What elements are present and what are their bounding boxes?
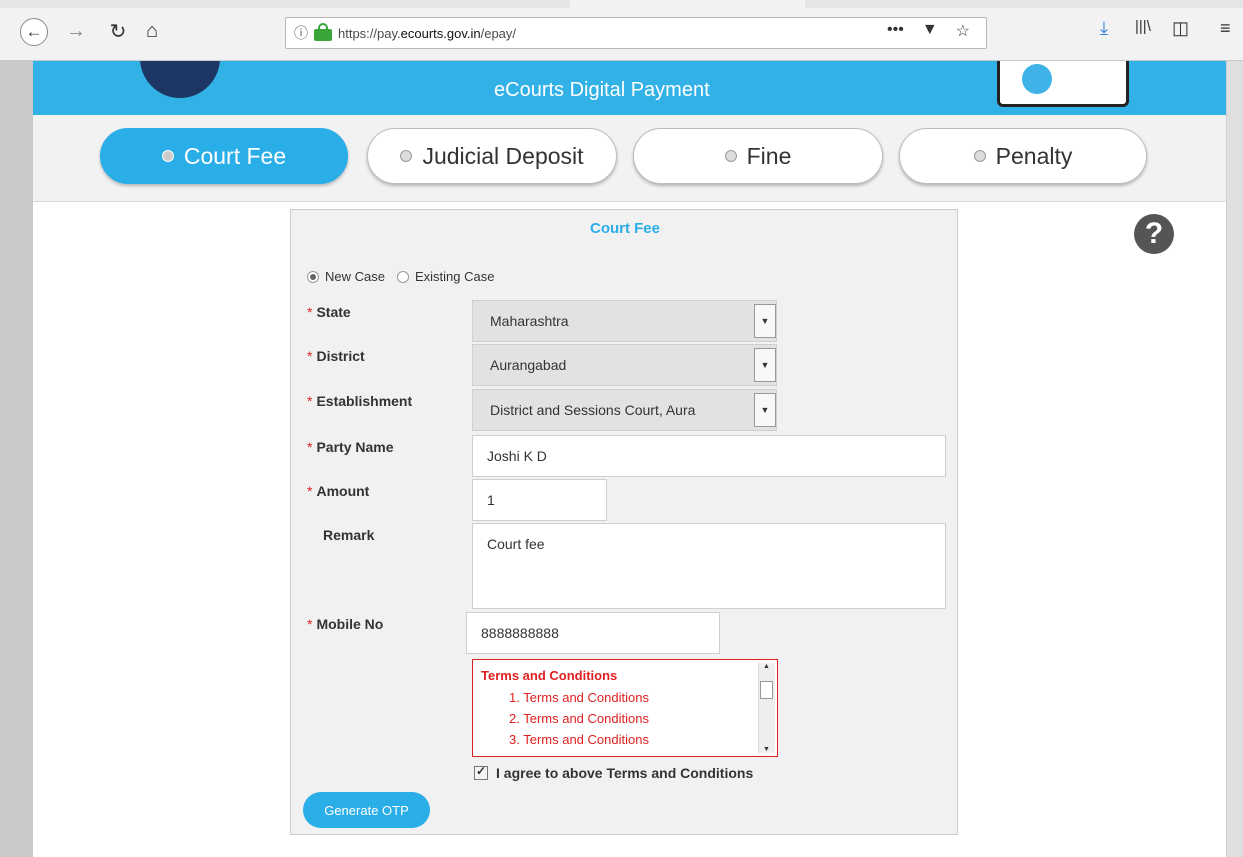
browser-toolbar: ← → ↻ ⌂ ⓘ https://pay. ecourts.gov.in/epa… bbox=[0, 0, 1243, 61]
new-case-radio[interactable] bbox=[307, 270, 319, 283]
tab-penalty[interactable]: Penalty bbox=[899, 128, 1147, 184]
terms-heading: Terms and Conditions bbox=[481, 668, 618, 683]
terms-item: 3. Terms and Conditions bbox=[509, 732, 649, 747]
pocket-icon[interactable]: ▼ bbox=[922, 21, 938, 41]
required-mark: * bbox=[307, 348, 313, 364]
existing-case-radio[interactable] bbox=[396, 270, 409, 283]
chevron-down-icon[interactable]: ▼ bbox=[754, 304, 776, 338]
reload-icon: ↻ bbox=[109, 20, 127, 43]
download-icon[interactable]: ⤓ bbox=[1100, 18, 1108, 39]
establishment-label: * Establishment bbox=[307, 393, 413, 409]
radio-dot-icon bbox=[400, 150, 413, 162]
amount-input[interactable]: 1 bbox=[472, 479, 607, 521]
home-button[interactable]: ⌂ bbox=[138, 17, 166, 45]
tab-label: Judicial Deposit bbox=[422, 142, 584, 169]
existing-case-label[interactable]: Existing Case bbox=[415, 269, 494, 284]
required-mark: * bbox=[307, 483, 313, 499]
tab-label: Fine bbox=[746, 142, 792, 169]
scroll-down-icon[interactable]: ▼ bbox=[763, 746, 770, 753]
url-path: /epay/ bbox=[480, 25, 517, 41]
mobile-label: * Mobile No bbox=[307, 616, 384, 632]
radio-dot-icon bbox=[973, 150, 986, 162]
terms-item: 1. Terms and Conditions bbox=[509, 690, 649, 705]
remark-textarea[interactable]: Court fee bbox=[472, 523, 946, 609]
radio-dot-icon bbox=[724, 150, 737, 162]
required-mark: * bbox=[307, 393, 313, 409]
library-icon[interactable]: |||\ bbox=[1135, 18, 1151, 35]
party-name-input[interactable]: Joshi K D bbox=[472, 435, 946, 477]
payment-type-tabs: Court Fee Judicial Deposit Fine Penalty bbox=[33, 115, 1226, 202]
home-icon: ⌂ bbox=[145, 19, 159, 42]
emblem-logo bbox=[140, 61, 220, 98]
generate-otp-button[interactable]: Generate OTP bbox=[303, 792, 430, 828]
payment-logo bbox=[997, 61, 1129, 107]
lock-icon[interactable] bbox=[314, 23, 332, 41]
party-name-label: * Party Name bbox=[307, 439, 394, 455]
reload-button[interactable]: ↻ bbox=[104, 17, 132, 45]
agree-label[interactable]: I agree to above Terms and Conditions bbox=[496, 765, 753, 781]
arrow-left-icon: ← bbox=[25, 22, 43, 41]
district-value: Aurangabad bbox=[490, 357, 567, 373]
address-bar[interactable]: ⓘ https://pay. ecourts.gov.in/epay/ ••• ▼… bbox=[285, 17, 987, 49]
tab-judicial-deposit[interactable]: Judicial Deposit bbox=[367, 128, 617, 184]
state-select[interactable]: Maharashtra ▼ bbox=[472, 300, 777, 342]
chevron-down-icon[interactable]: ▼ bbox=[754, 348, 776, 382]
tab-label: Penalty bbox=[995, 142, 1073, 169]
establishment-select[interactable]: District and Sessions Court, Aura ▼ bbox=[472, 389, 777, 431]
help-icon[interactable]: ? bbox=[1134, 214, 1174, 254]
tab-label: Court Fee bbox=[183, 142, 287, 169]
establishment-value: District and Sessions Court, Aura bbox=[490, 402, 696, 418]
hand-icon bbox=[1022, 64, 1052, 94]
back-button[interactable]: ← bbox=[20, 18, 48, 46]
terms-scrollbar[interactable]: ▲ ▼ bbox=[758, 663, 775, 753]
new-case-label[interactable]: New Case bbox=[325, 269, 385, 284]
tab-court-fee[interactable]: Court Fee bbox=[100, 128, 348, 184]
menu-icon[interactable]: ≡ bbox=[1220, 18, 1231, 39]
forward-button[interactable]: → bbox=[62, 17, 90, 45]
amount-label: * Amount bbox=[307, 483, 370, 499]
tab-strip bbox=[0, 0, 1243, 8]
scroll-up-icon[interactable]: ▲ bbox=[763, 663, 770, 670]
page-actions-button[interactable]: ••• bbox=[887, 21, 904, 41]
banner-title: eCourts Digital Payment bbox=[494, 79, 710, 101]
required-mark: * bbox=[307, 304, 313, 320]
mobile-input[interactable]: 8888888888 bbox=[466, 612, 720, 654]
url-domain: ecourts.gov.in bbox=[400, 25, 481, 41]
district-label: * District bbox=[307, 348, 365, 364]
active-tab[interactable] bbox=[570, 0, 805, 8]
district-select[interactable]: Aurangabad ▼ bbox=[472, 344, 777, 386]
required-mark: * bbox=[307, 616, 313, 632]
page-viewport: eCourts Digital Payment Court Fee Judici… bbox=[33, 61, 1226, 857]
court-fee-form: Court Fee New Case Existing Case * State … bbox=[290, 209, 958, 835]
header-banner: eCourts Digital Payment bbox=[33, 61, 1226, 115]
url-prefix: https://pay. bbox=[338, 25, 401, 41]
info-icon[interactable]: ⓘ bbox=[294, 23, 312, 43]
state-value: Maharashtra bbox=[490, 313, 569, 329]
chevron-down-icon[interactable]: ▼ bbox=[754, 393, 776, 427]
agree-terms: I agree to above Terms and Conditions bbox=[474, 764, 753, 781]
page-scrollbar[interactable] bbox=[1226, 61, 1243, 857]
terms-box[interactable]: Terms and Conditions 1. Terms and Condit… bbox=[472, 659, 778, 757]
radio-dot-icon bbox=[161, 150, 174, 162]
tab-fine[interactable]: Fine bbox=[633, 128, 883, 184]
star-icon[interactable]: ☆ bbox=[956, 21, 970, 41]
case-type-selector: New Case Existing Case bbox=[307, 269, 494, 284]
remark-label: Remark bbox=[323, 527, 375, 543]
sidebar-icon[interactable]: ◫ bbox=[1172, 18, 1189, 39]
scroll-thumb[interactable] bbox=[760, 681, 773, 699]
required-mark: * bbox=[307, 439, 313, 455]
terms-item: 2. Terms and Conditions bbox=[509, 711, 649, 726]
form-title: Court Fee bbox=[589, 220, 660, 237]
agree-checkbox[interactable] bbox=[474, 764, 488, 780]
state-label: * State bbox=[307, 304, 351, 320]
arrow-right-icon: → bbox=[66, 19, 86, 42]
